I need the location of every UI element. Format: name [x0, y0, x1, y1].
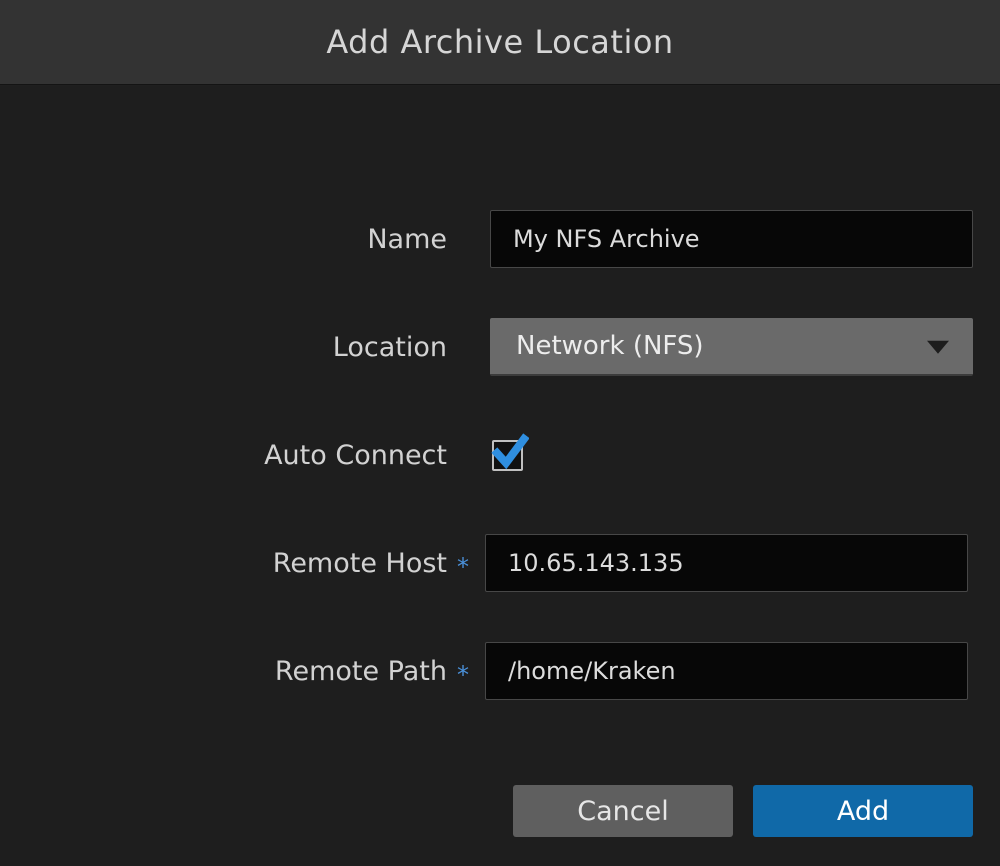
add-archive-location-dialog: Add Archive Location Name Location Netwo…: [0, 0, 1000, 866]
form-row-remote-path: Remote Path *: [0, 642, 973, 700]
auto-connect-label: Auto Connect: [0, 440, 447, 471]
remote-path-required-asterisk: *: [457, 661, 469, 689]
checkmark-icon: [491, 433, 529, 471]
auto-connect-checkbox[interactable]: [492, 440, 523, 471]
dialog-button-row: Cancel Add: [0, 785, 973, 837]
name-label: Name: [0, 224, 447, 255]
location-dropdown-value: Network (NFS): [490, 331, 704, 361]
remote-host-label: Remote Host: [0, 548, 447, 579]
name-input[interactable]: [490, 210, 973, 268]
dialog-title: Add Archive Location: [326, 23, 673, 61]
cancel-button[interactable]: Cancel: [513, 785, 733, 837]
location-dropdown[interactable]: Network (NFS): [490, 318, 973, 376]
auto-connect-checkbox-area: [490, 426, 973, 484]
form-row-remote-host: Remote Host *: [0, 534, 973, 592]
remote-host-input[interactable]: [485, 534, 968, 592]
dialog-body: Name Location Network (NFS) Auto Connect…: [0, 86, 1000, 866]
remote-path-input[interactable]: [485, 642, 968, 700]
form-row-name: Name: [0, 210, 973, 268]
location-label: Location: [0, 332, 447, 363]
form-row-location: Location Network (NFS): [0, 318, 973, 376]
dialog-titlebar: Add Archive Location: [0, 0, 1000, 85]
form-row-auto-connect: Auto Connect: [0, 426, 973, 484]
add-button[interactable]: Add: [753, 785, 973, 837]
chevron-down-icon: [927, 341, 949, 354]
remote-path-label: Remote Path: [0, 656, 447, 687]
remote-host-required-asterisk: *: [457, 553, 469, 581]
